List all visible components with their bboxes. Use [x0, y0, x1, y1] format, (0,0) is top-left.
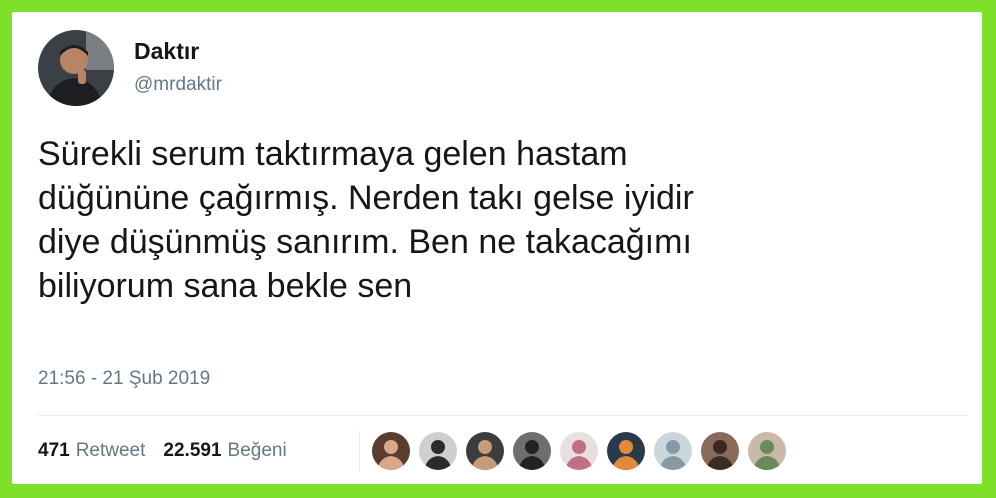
profile-avatar[interactable] — [38, 30, 114, 106]
retweet-count: 471 — [38, 440, 70, 461]
liker-1-avatar[interactable] — [372, 432, 410, 470]
liker-7-avatar[interactable] — [654, 432, 692, 470]
divider — [38, 415, 968, 416]
tweet-text: Sürekli serum taktırmaya gelen hastam dü… — [38, 135, 694, 305]
liker-avatars — [372, 432, 795, 470]
liker-4-avatar[interactable] — [513, 432, 551, 470]
like-stat[interactable]: 22.591 Beğeni — [163, 440, 286, 462]
user-handle[interactable]: @mrdaktir — [134, 74, 222, 96]
liker-6-avatar[interactable] — [607, 432, 645, 470]
tweet-timestamp[interactable]: 21:56 - 21 Şub 2019 — [38, 368, 210, 390]
tweet-card: Daktır @mrdaktir Sürekli serum taktırmay… — [12, 12, 982, 484]
retweet-stat[interactable]: 471 Retweet — [38, 440, 145, 462]
stats-separator — [359, 430, 360, 472]
liker-9-avatar[interactable] — [748, 432, 786, 470]
display-name[interactable]: Daktır — [134, 38, 199, 65]
liker-5-avatar[interactable] — [560, 432, 598, 470]
liker-3-avatar[interactable] — [466, 432, 504, 470]
liker-2-avatar[interactable] — [419, 432, 457, 470]
like-count: 22.591 — [163, 440, 222, 461]
liker-8-avatar[interactable] — [701, 432, 739, 470]
retweet-label: Retweet — [75, 440, 146, 461]
tweet-stats: 471 Retweet 22.591 Beğeni — [38, 440, 305, 462]
like-label: Beğeni — [227, 440, 287, 461]
